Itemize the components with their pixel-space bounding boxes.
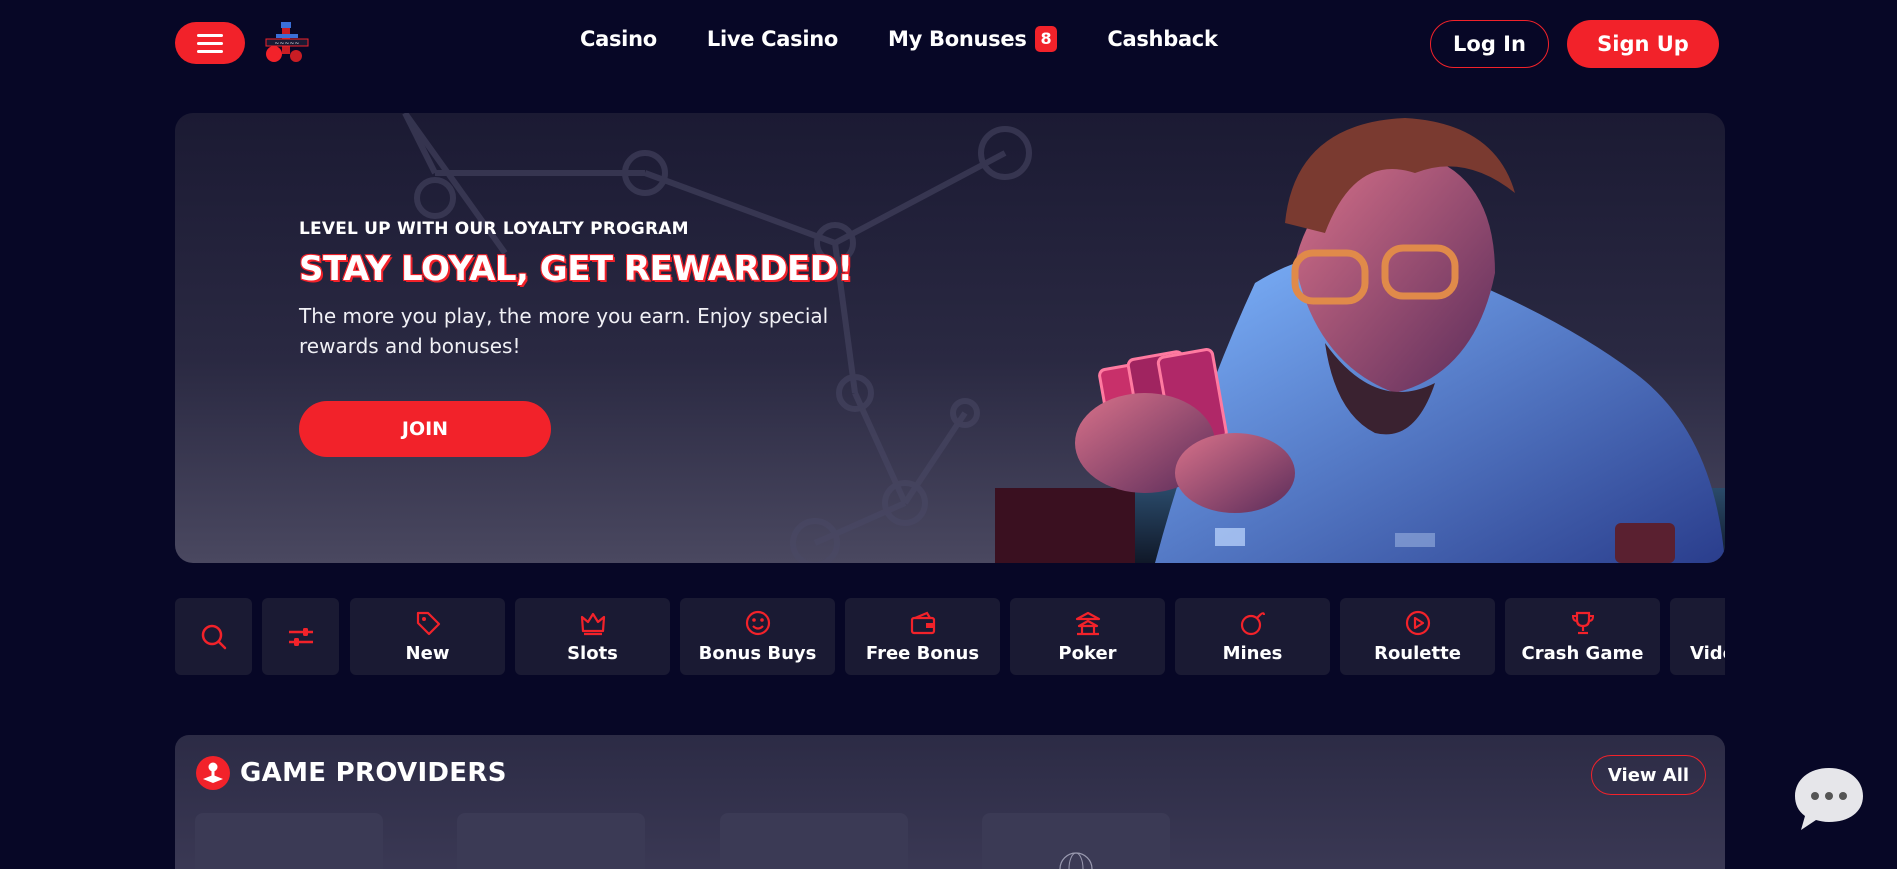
category-poker[interactable]: Poker (1010, 598, 1165, 675)
globe-icon (1059, 852, 1093, 869)
crown-icon (580, 612, 605, 636)
hero-banner: LEVEL UP WITH OUR LOYALTY PROGRAM STAY L… (175, 113, 1725, 563)
provider-card[interactable] (195, 813, 383, 869)
play-circle-icon (1405, 610, 1430, 636)
section-title: GAME PROVIDERS (240, 758, 507, 788)
hero-title: STAY LOYAL, GET REWARDED! (299, 249, 853, 289)
category-roulette[interactable]: Roulette (1340, 598, 1495, 675)
search-button[interactable] (175, 598, 252, 675)
join-button[interactable]: JOIN (299, 401, 551, 457)
chat-bubble-icon (1795, 768, 1863, 830)
game-providers-section: GAME PROVIDERS View All (175, 735, 1725, 869)
menu-icon (197, 33, 223, 37)
category-mines[interactable]: Mines (1175, 598, 1330, 675)
nav-casino[interactable]: Casino (580, 27, 657, 51)
provider-card[interactable] (720, 813, 908, 869)
wallet-icon (910, 611, 935, 635)
login-button[interactable]: Log In (1430, 20, 1549, 68)
top-header: ~~~~~ Casino Live Casino My Bonuses 8 Cas… (0, 0, 1897, 88)
nav-my-bonuses[interactable]: My Bonuses 8 (888, 26, 1058, 52)
bonus-count-badge: 8 (1034, 26, 1058, 52)
svg-text:~~~~~: ~~~~~ (274, 40, 299, 47)
category-new[interactable]: New (350, 598, 505, 675)
category-video[interactable]: Vide (1670, 598, 1725, 675)
pagoda-icon (1075, 611, 1100, 636)
trophy-icon (1571, 611, 1594, 635)
signup-button[interactable]: Sign Up (1567, 20, 1719, 68)
hero-description: The more you play, the more you earn. En… (299, 304, 829, 358)
provider-card[interactable] (982, 813, 1170, 869)
site-logo[interactable]: ~~~~~ (262, 20, 312, 68)
provider-card[interactable] (457, 813, 645, 869)
hero-kicker: LEVEL UP WITH OUR LOYALTY PROGRAM (299, 219, 689, 239)
nav-cashback[interactable]: Cashback (1107, 27, 1218, 51)
hamburger-menu-button[interactable] (175, 22, 245, 64)
category-crash-game[interactable]: Crash Game (1505, 598, 1660, 675)
live-chat-button[interactable] (1793, 764, 1865, 834)
main-nav: Casino Live Casino My Bonuses 8 Cashback (580, 26, 1268, 52)
joystick-icon (196, 756, 230, 790)
emoji-icon (745, 610, 770, 636)
view-all-button[interactable]: View All (1591, 755, 1706, 795)
category-bar: New Slots Bonus Buys Free Bonus Poker Mi… (175, 598, 1725, 675)
poker-player-illustration (995, 118, 1725, 563)
nav-live-casino[interactable]: Live Casino (707, 27, 838, 51)
sliders-icon (288, 627, 313, 646)
category-slots[interactable]: Slots (515, 598, 670, 675)
bomb-icon (1240, 612, 1265, 636)
filter-button[interactable] (262, 598, 339, 675)
category-bonus-buys[interactable]: Bonus Buys (680, 598, 835, 675)
category-free-bonus[interactable]: Free Bonus (845, 598, 1000, 675)
tag-icon (416, 611, 440, 636)
search-icon (201, 624, 226, 649)
